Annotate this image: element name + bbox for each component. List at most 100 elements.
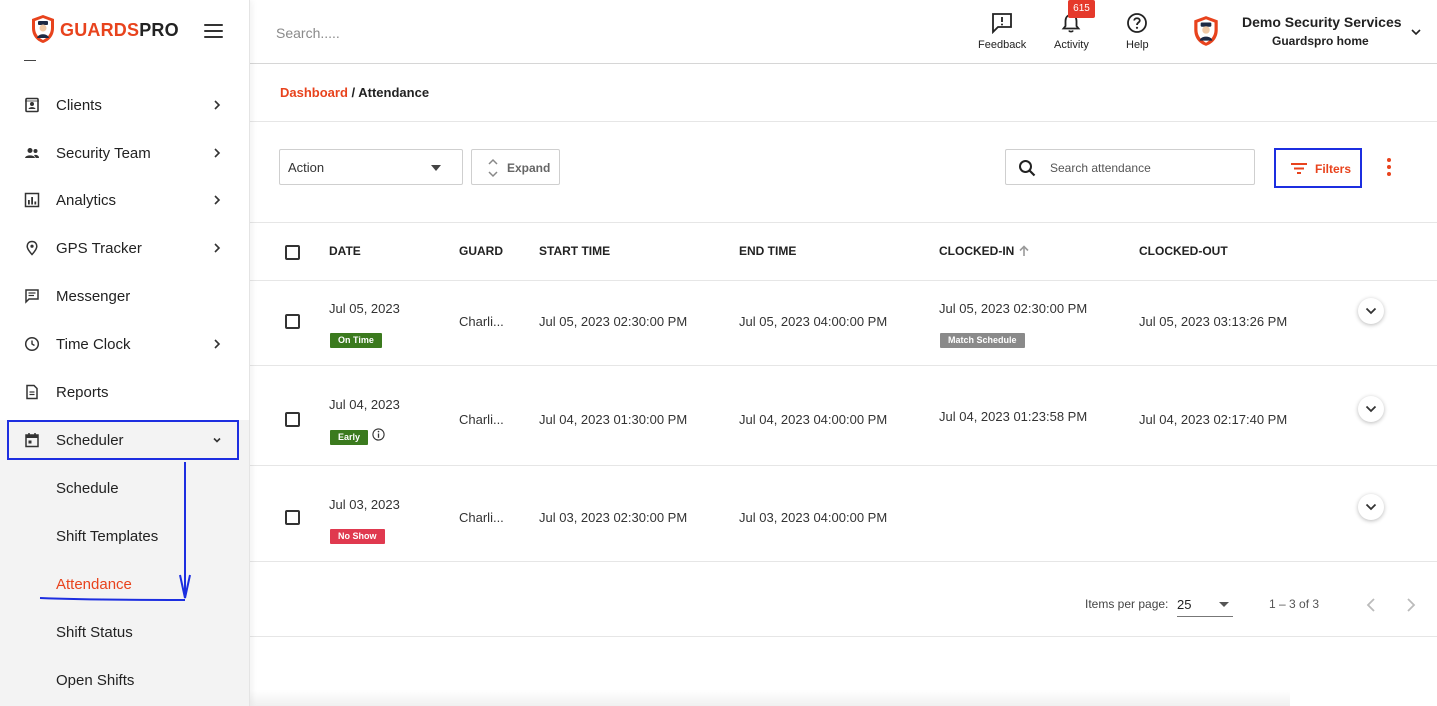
divider: [250, 465, 1437, 466]
column-header-start-time[interactable]: START TIME: [539, 244, 610, 258]
chevron-down-icon: [1365, 405, 1377, 413]
sidebar-item-label: GPS Tracker: [56, 239, 142, 257]
info-icon[interactable]: [372, 428, 385, 441]
sidebar-item-gps-tracker[interactable]: GPS Tracker: [0, 228, 249, 268]
sidebar-subitem-shift-templates[interactable]: Shift Templates: [0, 516, 249, 556]
select-all-checkbox[interactable]: [285, 245, 300, 260]
sidebar-item-label: Messenger: [56, 287, 131, 305]
people-icon: [25, 148, 39, 158]
row-checkbox[interactable]: [285, 510, 300, 525]
help-icon: [1127, 13, 1148, 33]
sidebar-item-analytics[interactable]: Analytics: [0, 180, 249, 220]
sidebar-item-label: Analytics: [56, 191, 117, 209]
column-header-date[interactable]: DATE: [329, 244, 361, 258]
sidebar-subitem-open-shifts[interactable]: Open Shifts: [0, 660, 249, 700]
chevron-right-icon: [214, 339, 221, 349]
org-name[interactable]: Demo Security Services: [1242, 14, 1402, 30]
pagination-range: 1 – 3 of 3: [1269, 597, 1320, 611]
sidebar-item-label: Scheduler: [56, 431, 124, 449]
sidebar-item-clients[interactable]: Clients: [0, 85, 249, 125]
row-clocked-in: Jul 05, 2023 02:30:00 PM: [939, 301, 1088, 316]
row-guard: Charli...: [459, 412, 504, 427]
divider: [250, 561, 1437, 562]
row-expand-button[interactable]: [1358, 494, 1384, 520]
search-icon: [1019, 160, 1036, 177]
scheduler-submenu: Schedule Shift Templates Attendance Shif…: [0, 460, 249, 706]
chevron-down-icon: [1365, 307, 1377, 315]
match-schedule-badge: Match Schedule: [940, 333, 1025, 348]
sort-ascending-icon[interactable]: [1018, 245, 1030, 257]
filter-icon: [1291, 163, 1307, 174]
filters-button[interactable]: Filters: [1274, 148, 1362, 188]
previous-page-icon[interactable]: [1364, 597, 1378, 613]
help-button[interactable]: Help: [1126, 12, 1149, 51]
sidebar: GUARDSPRO Clients Security Team Analytic…: [0, 0, 250, 706]
column-header-end-time[interactable]: END TIME: [739, 244, 796, 258]
sidebar-subitem-schedule[interactable]: Schedule: [0, 468, 249, 508]
sidebar-subitem-label: Schedule: [56, 479, 119, 497]
brand-name-part1: GUARDS: [60, 20, 140, 40]
column-header-guard[interactable]: GUARD: [459, 244, 503, 258]
row-checkbox[interactable]: [285, 314, 300, 329]
menu-toggle-icon[interactable]: [204, 24, 223, 38]
expand-button[interactable]: Expand: [471, 149, 560, 185]
caret-down-icon: [1219, 602, 1229, 607]
row-date: Jul 04, 2023: [329, 397, 400, 412]
sidebar-item-time-clock[interactable]: Time Clock: [0, 324, 249, 364]
action-dropdown-value: Action: [288, 160, 325, 175]
bar-chart-icon: [24, 192, 40, 208]
brand-name-part2: PRO: [139, 20, 179, 40]
sidebar-item-label: Reports: [56, 383, 109, 401]
chevron-right-icon: [214, 243, 221, 253]
breadcrumb-separator: /: [347, 85, 359, 100]
row-expand-button[interactable]: [1358, 396, 1384, 422]
sidebar-item-messenger[interactable]: Messenger: [0, 276, 249, 316]
breadcrumb-dashboard-link[interactable]: Dashboard: [280, 85, 348, 100]
document-icon: [26, 384, 38, 400]
sidebar-item-security-team[interactable]: Security Team: [0, 133, 249, 173]
row-clocked-out: Jul 05, 2023 03:13:26 PM: [1139, 314, 1288, 329]
status-badge: Early: [330, 430, 369, 445]
sidebar-subitem-shift-status[interactable]: Shift Status: [0, 612, 249, 652]
bottom-shadow: [150, 690, 1290, 706]
sidebar-subitem-label: Shift Templates: [56, 527, 159, 545]
activity-count-badge: 615: [1068, 0, 1095, 18]
more-options-icon[interactable]: [1384, 158, 1394, 180]
column-header-clocked-out[interactable]: CLOCKED-OUT: [1139, 244, 1228, 258]
row-end-time: Jul 03, 2023 04:00:00 PM: [739, 510, 888, 525]
caret-down-icon: [431, 165, 441, 171]
row-start-time: Jul 04, 2023 01:30:00 PM: [539, 412, 688, 427]
sidebar-item-reports[interactable]: Reports: [0, 372, 249, 412]
divider: [250, 222, 1437, 223]
next-page-icon[interactable]: [1404, 597, 1418, 613]
status-badge: No Show: [330, 529, 385, 544]
breadcrumb: Dashboard / Attendance: [280, 85, 429, 100]
column-header-clocked-in[interactable]: CLOCKED-IN: [939, 244, 1014, 258]
sidebar-item-scheduler[interactable]: Scheduler: [0, 420, 249, 460]
attendance-search-box: [1005, 149, 1255, 185]
chevron-down-icon: [213, 437, 221, 443]
breadcrumb-current: Attendance: [358, 85, 430, 100]
attendance-search-input[interactable]: [1050, 159, 1246, 177]
items-per-page-select[interactable]: 25: [1177, 592, 1233, 617]
chevron-down-icon[interactable]: [1410, 27, 1422, 37]
row-start-time: Jul 05, 2023 02:30:00 PM: [539, 314, 688, 329]
chevron-down-icon: [1365, 503, 1377, 511]
brand-name: GUARDSPRO: [60, 20, 179, 41]
sidebar-subitem-attendance[interactable]: Attendance: [0, 564, 249, 604]
action-dropdown[interactable]: Action: [279, 149, 463, 185]
row-end-time: Jul 04, 2023 04:00:00 PM: [739, 412, 888, 427]
org-avatar-icon[interactable]: [1192, 15, 1220, 47]
row-expand-button[interactable]: [1358, 298, 1384, 324]
activity-label: Activity: [1054, 39, 1089, 51]
row-clocked-out: Jul 04, 2023 02:17:40 PM: [1139, 412, 1288, 427]
sidebar-subitem-label: Shift Status: [56, 623, 133, 641]
global-search-input[interactable]: [276, 22, 576, 44]
topbar: Feedback Activity 615 Help Demo Security…: [250, 0, 1437, 64]
feedback-label: Feedback: [978, 39, 1027, 51]
items-per-page-value: 25: [1177, 597, 1192, 612]
sidebar-item-label: Clients: [56, 96, 102, 114]
help-label: Help: [1126, 39, 1149, 51]
row-checkbox[interactable]: [285, 412, 300, 427]
feedback-button[interactable]: Feedback: [978, 12, 1026, 51]
